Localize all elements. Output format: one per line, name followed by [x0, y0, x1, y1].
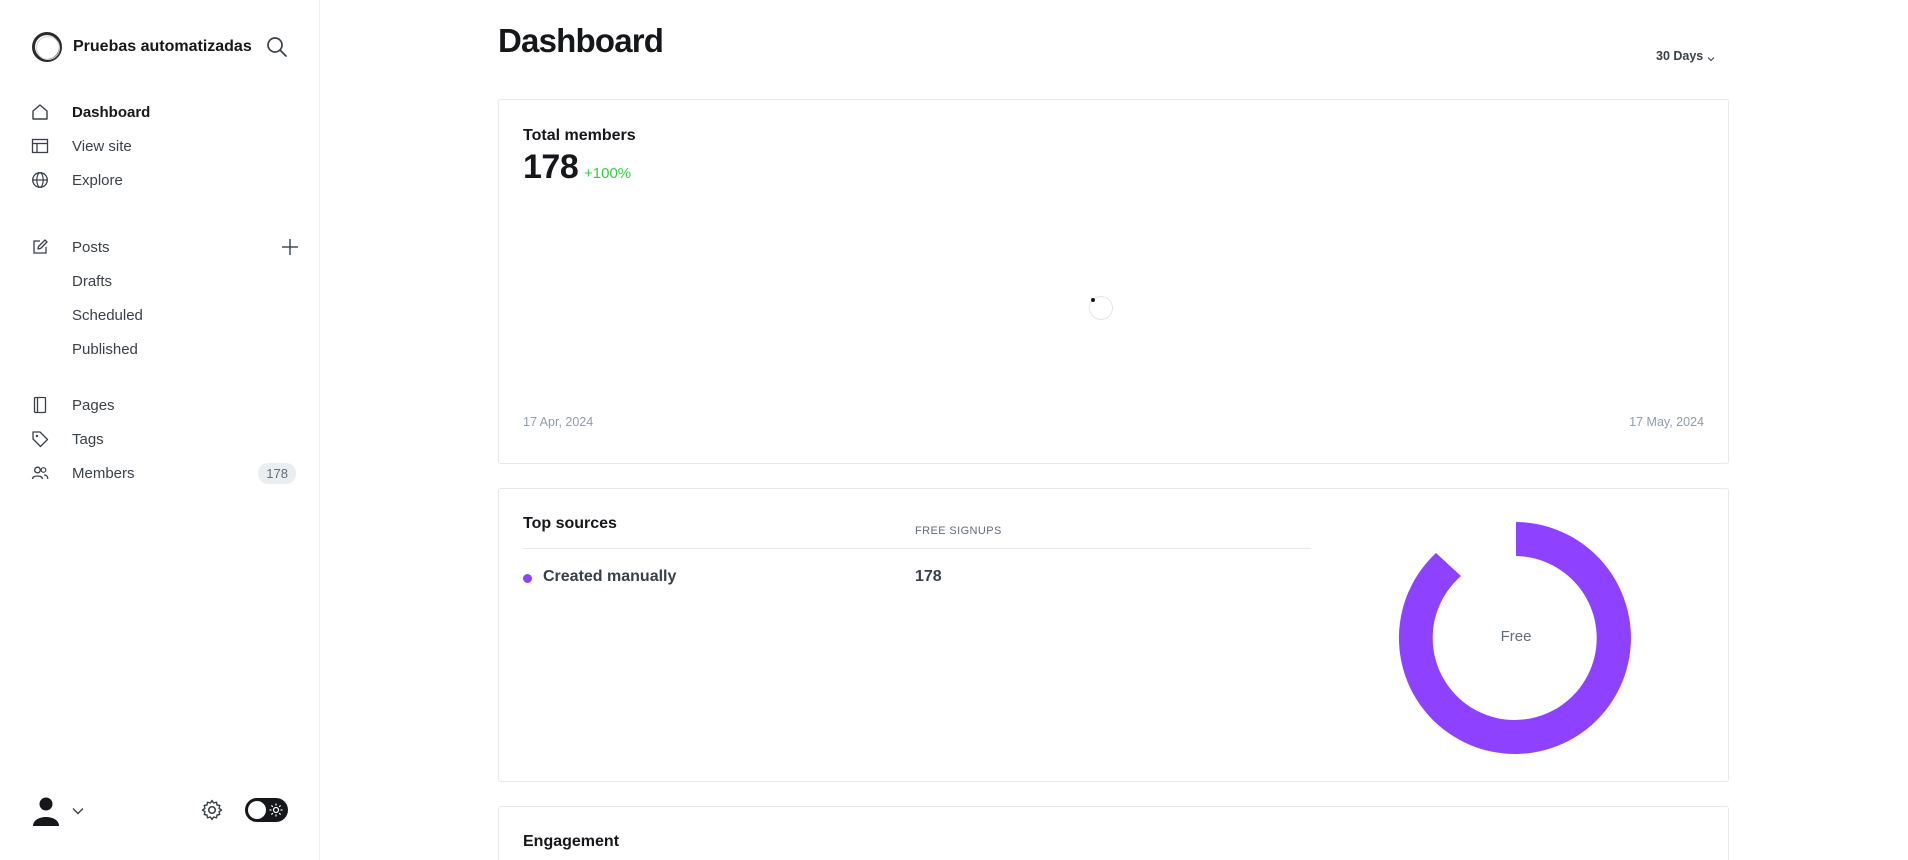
page-title: Dashboard [498, 22, 664, 59]
home-icon [30, 102, 50, 122]
sun-icon [269, 803, 283, 817]
sidebar-item-dashboard[interactable]: Dashboard [30, 95, 300, 129]
sidebar-item-label: Scheduled [72, 306, 143, 324]
toggle-knob [248, 801, 266, 819]
dark-mode-toggle[interactable] [245, 798, 288, 822]
chart-end-date: 17 May, 2024 [1629, 415, 1704, 429]
user-avatar-icon[interactable] [32, 796, 60, 826]
loading-spinner [1089, 296, 1113, 320]
divider [523, 548, 1311, 549]
chart-start-date: 17 Apr, 2024 [523, 415, 594, 429]
chevron-down-icon[interactable] [72, 804, 84, 816]
sidebar-item-label: Drafts [72, 272, 113, 290]
secondary-nav: Pages Tags Members 178 [30, 388, 300, 490]
site-brand[interactable]: Pruebas automatizadas [32, 32, 252, 62]
sidebar-item-view-site[interactable]: View site [30, 129, 300, 163]
site-logo-icon [32, 32, 62, 62]
sidebar-item-label: Pages [72, 396, 115, 414]
sidebar: Pruebas automatizadas Dashboard View sit… [0, 0, 320, 860]
sidebar-footer [32, 792, 292, 828]
sidebar-item-drafts[interactable]: Drafts [30, 264, 300, 298]
donut-center-label: Free [1500, 628, 1532, 645]
add-post-icon[interactable] [280, 237, 300, 257]
sidebar-item-label: Posts [72, 238, 110, 256]
site-name: Pruebas automatizadas [73, 38, 252, 55]
primary-nav: Dashboard View site Explore [30, 95, 300, 197]
card-title: Engagement [523, 833, 620, 850]
globe-icon [30, 170, 50, 190]
sidebar-item-label: View site [72, 137, 132, 155]
tag-icon [30, 429, 50, 449]
source-name: Created manually [543, 568, 677, 585]
sidebar-item-label: Explore [72, 171, 123, 189]
source-value: 178 [915, 568, 942, 585]
engagement-card: Engagement [498, 806, 1729, 860]
sidebar-item-label: Dashboard [72, 103, 151, 121]
main-content: Dashboard 30 Days Total members 178 +100… [320, 0, 1908, 860]
sidebar-item-label: Tags [72, 430, 104, 448]
card-title: Top sources [523, 515, 617, 532]
top-sources-card: Top sources FREE SIGNUPS Created manuall… [498, 488, 1729, 782]
table-row: Created manually 178 [523, 566, 1311, 590]
sidebar-item-label: Members [72, 464, 135, 482]
posts-nav: Posts Drafts Scheduled Published [30, 230, 300, 366]
page-icon [30, 395, 50, 415]
sidebar-item-label: Published [72, 340, 138, 358]
search-icon[interactable] [266, 36, 288, 58]
column-header-free-signups: FREE SIGNUPS [915, 525, 1002, 537]
total-members-change: +100% [584, 165, 632, 182]
gear-icon[interactable] [200, 798, 224, 822]
sidebar-item-pages[interactable]: Pages [30, 388, 300, 422]
sidebar-item-published[interactable]: Published [30, 332, 300, 366]
source-color-dot [523, 574, 532, 583]
sidebar-item-scheduled[interactable]: Scheduled [30, 298, 300, 332]
sidebar-item-tags[interactable]: Tags [30, 422, 300, 456]
chevron-down-icon [1707, 52, 1715, 62]
card-title: Total members [523, 127, 636, 144]
total-members-card: Total members 178 +100% 17 Apr, 2024 17 … [498, 99, 1729, 464]
date-range-select[interactable]: 30 Days [1656, 49, 1715, 63]
members-icon [30, 463, 50, 483]
total-members-value: 178 [523, 148, 579, 186]
date-range-label: 30 Days [1656, 49, 1704, 63]
sidebar-item-explore[interactable]: Explore [30, 163, 300, 197]
pen-icon [30, 237, 50, 257]
layout-icon [30, 136, 50, 156]
sidebar-item-posts[interactable]: Posts [30, 230, 300, 264]
members-count-badge: 178 [258, 463, 296, 484]
sidebar-item-members[interactable]: Members 178 [30, 456, 300, 490]
